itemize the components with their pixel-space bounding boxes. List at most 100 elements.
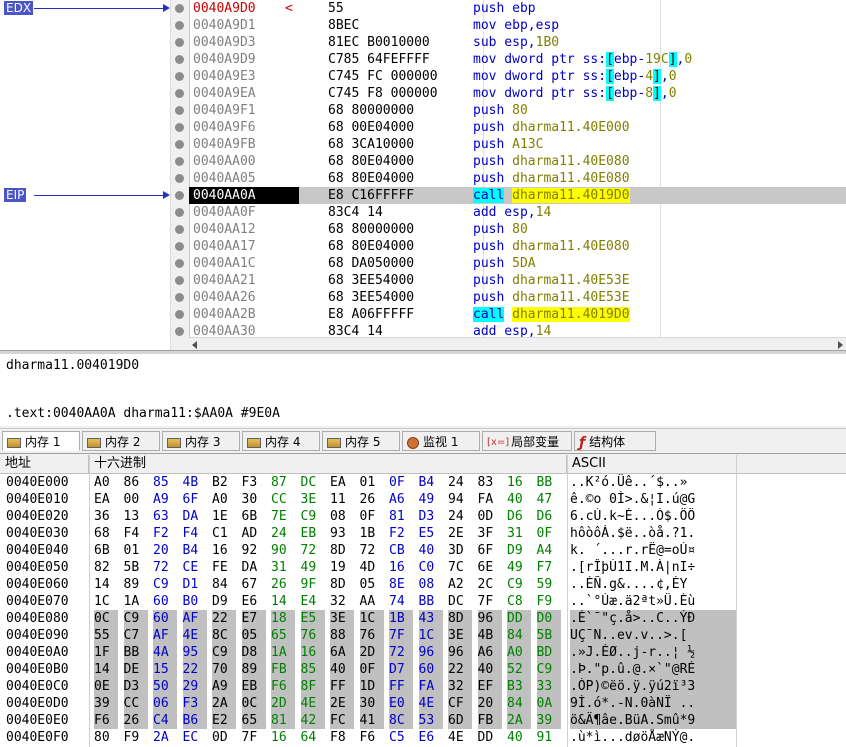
hex-byte[interactable]: 7F [478, 593, 502, 610]
hex-byte[interactable]: 0F [360, 508, 384, 525]
hex-byte[interactable]: 84 [507, 695, 531, 712]
hex-byte[interactable]: C0 [419, 559, 443, 576]
hex-byte[interactable]: 41 [359, 712, 384, 729]
hex-byte[interactable]: 13 [124, 508, 148, 525]
hex-byte[interactable]: 2D [271, 695, 295, 712]
breakpoint-dot-icon[interactable] [175, 157, 184, 166]
hex-byte[interactable]: B4 [419, 474, 443, 491]
hex-byte[interactable]: 16 [212, 542, 236, 559]
hex-byte[interactable]: E0 [389, 695, 413, 712]
instruction-text[interactable]: push 80 [473, 221, 528, 238]
tab-2[interactable]: 内存 2 [82, 431, 160, 451]
hex-byte[interactable]: 14 [94, 576, 118, 593]
hex-byte[interactable]: 74 [389, 593, 413, 610]
hex-byte[interactable]: B4 [183, 542, 207, 559]
hex-row[interactable]: 0040E090 55 C7 AF 4E 8C 05 65 76 88 76 7F 1C 3E 4B 84 5B… [0, 627, 846, 644]
hex-byte[interactable]: 72 [301, 542, 325, 559]
hex-byte[interactable]: BB [537, 474, 561, 491]
hex-byte[interactable]: D3 [123, 678, 148, 695]
hex-byte[interactable]: AA [360, 593, 384, 610]
hex-byte[interactable]: 8D [330, 542, 354, 559]
breakpoint-dot-icon[interactable] [175, 38, 184, 47]
hex-byte[interactable]: 2A [153, 729, 177, 746]
hex-byte[interactable]: AF [153, 627, 177, 644]
disasm-row[interactable]: 0040A9D9 C785 64FEFFFF mov dword ptr ss:[e… [189, 51, 846, 68]
hex-byte[interactable]: 4E [418, 695, 443, 712]
tab-3[interactable]: 内存 3 [162, 431, 240, 451]
hex-row-address[interactable]: 0040E0E0 [6, 712, 69, 729]
ascii-text[interactable]: k. ´...r.rË@=oÙ¤ [570, 542, 736, 559]
disasm-row[interactable]: 0040A9D0 <55 push ebp [189, 0, 846, 17]
hex-byte[interactable]: D7 [389, 661, 413, 678]
hex-byte[interactable]: 32 [448, 678, 472, 695]
breakpoint-dot-icon[interactable] [175, 310, 184, 319]
hex-byte[interactable]: 0E [94, 678, 118, 695]
hex-byte[interactable]: 6F [183, 491, 207, 508]
instruction-address[interactable]: 0040AA17 [189, 238, 299, 255]
hex-byte[interactable]: C9 [507, 576, 531, 593]
hex-byte[interactable]: 53 [418, 712, 443, 729]
hex-row[interactable]: 0040E0D0 39 CC 06 F3 2A 0C 2D 4E 2E 30 E0 4E CF 20 84 0A… [0, 695, 846, 712]
hex-byte[interactable]: 1C [359, 610, 384, 627]
disasm-row[interactable]: 0040AA17 68 80E04000 push dharma11.40E080 [189, 238, 846, 255]
hex-byte[interactable]: 2D [359, 644, 384, 661]
hex-byte[interactable]: CC [271, 491, 295, 508]
hex-byte[interactable]: 0F [537, 525, 561, 542]
tab-7[interactable]: [x=] 局部变量 [482, 431, 572, 451]
hex-byte[interactable]: 88 [330, 627, 354, 644]
disasm-row[interactable]: 0040AA05 68 80E04000 push dharma11.40E080 [189, 170, 846, 187]
hex-byte[interactable]: 89 [241, 661, 266, 678]
breakpoint-dot-icon[interactable] [175, 123, 184, 132]
instruction-text[interactable]: push A13C [473, 136, 543, 153]
hex-byte[interactable]: CB [389, 542, 413, 559]
hex-byte[interactable]: 6F [478, 542, 502, 559]
hex-byte[interactable]: A6 [477, 644, 502, 661]
ascii-text[interactable]: UÇ¯N..ev.v..>.[ [570, 627, 736, 644]
hex-byte[interactable]: A4 [537, 542, 561, 559]
hex-byte[interactable]: 26 [360, 491, 384, 508]
hex-byte[interactable]: 8D [330, 576, 354, 593]
hex-byte[interactable]: 72 [153, 559, 177, 576]
hex-byte[interactable]: 89 [124, 576, 148, 593]
hex-byte[interactable]: 0F [359, 661, 384, 678]
ascii-text[interactable]: .»J.ÉØ..j-r..¦ ½ [570, 644, 736, 661]
disasm-row[interactable]: 0040AA2B E8 A06FFFFF call dharma11.4019D0 [189, 306, 846, 323]
hex-byte[interactable]: 2C [478, 576, 502, 593]
disasm-row[interactable]: 0040A9E3 C745 FC 000000 mov dword ptr ss:[… [189, 68, 846, 85]
hex-byte[interactable]: 0D [478, 508, 502, 525]
hex-byte[interactable]: 0C [94, 610, 118, 627]
disasm-row[interactable]: 0040A9EA C745 F8 000000 mov dword ptr ss:[… [189, 85, 846, 102]
hex-byte[interactable]: 08 [419, 576, 443, 593]
hex-byte[interactable]: 15 [153, 661, 177, 678]
hex-byte[interactable]: 0C [241, 695, 266, 712]
hex-row-address[interactable]: 0040E070 [6, 593, 69, 610]
hex-row[interactable]: 0040E060 14 89 C9 D1 84 67 26 9F 8D 05 8E 08 A2 2C C9 59… [0, 576, 846, 593]
hex-row-address[interactable]: 0040E010 [6, 491, 69, 508]
hex-byte[interactable]: D3 [419, 508, 443, 525]
hex-byte[interactable]: 14 [271, 593, 295, 610]
hex-byte[interactable]: 16 [300, 644, 325, 661]
hex-byte[interactable]: 1C [94, 593, 118, 610]
tab-8[interactable]: ƒ 结构体 [574, 431, 656, 451]
hex-row-address[interactable]: 0040E0B0 [6, 661, 69, 678]
hex-byte[interactable]: 40 [477, 661, 502, 678]
hex-byte[interactable]: FF [330, 678, 354, 695]
hex-byte[interactable]: F9 [124, 729, 148, 746]
hex-byte[interactable]: C9 [123, 610, 148, 627]
hex-byte[interactable]: 40 [507, 729, 531, 746]
hex-byte[interactable]: 2A [507, 712, 531, 729]
breakpoint-dot-icon[interactable] [175, 55, 184, 64]
hex-byte[interactable]: C1 [212, 525, 236, 542]
breakpoint-dot-icon[interactable] [175, 174, 184, 183]
disasm-row[interactable]: 0040AA12 68 80000000 push 80 [189, 221, 846, 238]
hex-byte[interactable]: C9 [301, 508, 325, 525]
hex-byte[interactable]: 0F [389, 474, 413, 491]
instruction-text[interactable]: push 5DA [473, 255, 536, 272]
hex-byte[interactable]: 5B [124, 559, 148, 576]
ascii-text[interactable]: .Þ."p.û.@.×`"@RÉ [570, 661, 736, 678]
hex-byte[interactable]: 1D [359, 678, 384, 695]
hex-byte[interactable]: CC [123, 695, 148, 712]
hex-byte[interactable]: B2 [212, 474, 236, 491]
instruction-address[interactable]: 0040A9D0 [189, 0, 299, 17]
disasm-row[interactable]: 0040A9D3 81EC B0010000 sub esp,1B0 [189, 34, 846, 51]
